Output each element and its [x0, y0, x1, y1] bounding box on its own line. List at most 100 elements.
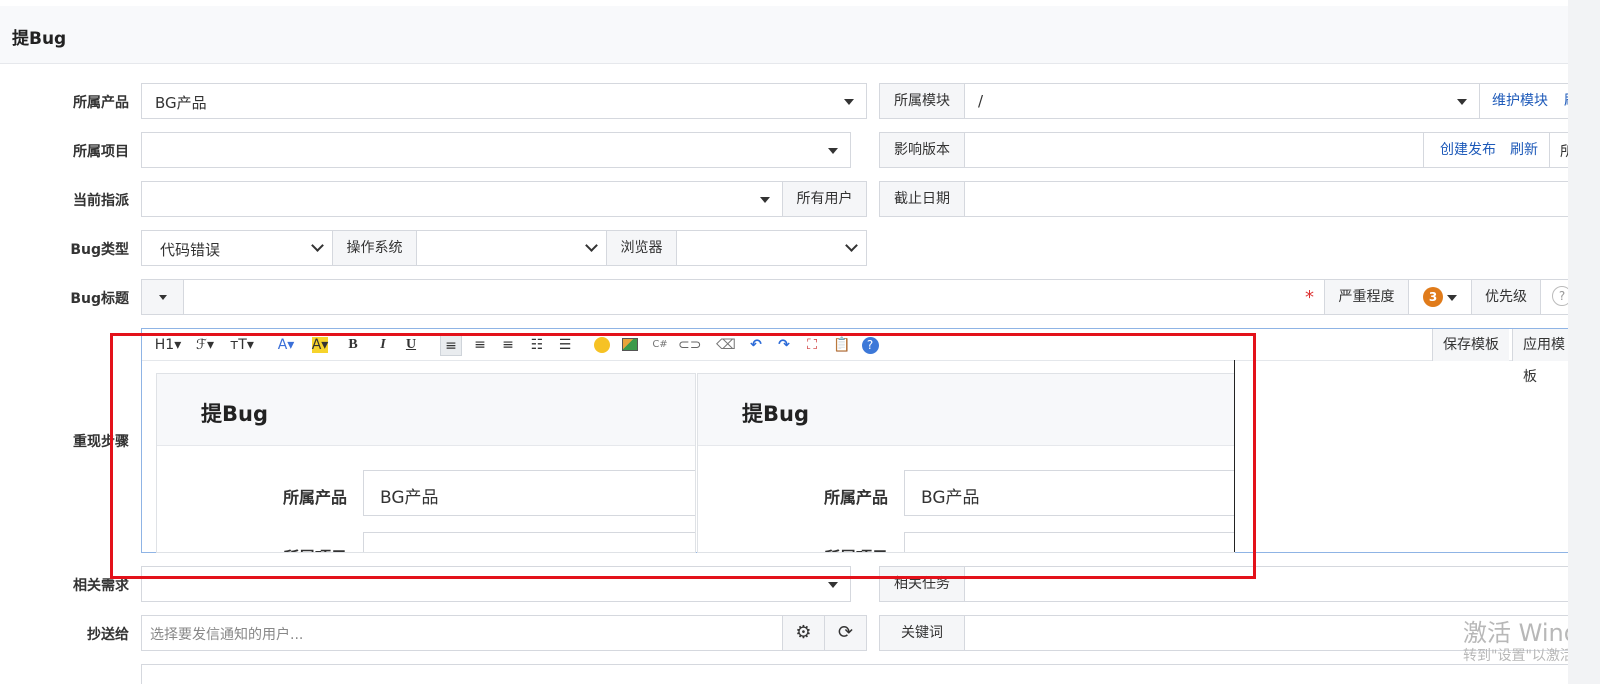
browser-select[interactable] [676, 230, 867, 266]
priority-select[interactable]: ? [1540, 279, 1568, 315]
italic-button[interactable]: I [374, 334, 392, 356]
undo-icon[interactable]: ↶ [746, 334, 766, 356]
heading-button[interactable]: H1▾ [152, 334, 184, 356]
deadline-input[interactable] [964, 181, 1568, 217]
maintain-module-link[interactable]: 维护模块 [1492, 84, 1548, 118]
project-select[interactable] [141, 132, 851, 168]
highlight-color-button[interactable]: A▾ [308, 334, 332, 356]
cc-label: 抄送给 [87, 627, 129, 643]
pasted-product-label: 所属产品 [282, 488, 347, 507]
severity-label: 严重程度 [1324, 279, 1409, 315]
align-center-icon[interactable]: ≡ [470, 334, 490, 356]
task-select[interactable] [964, 566, 1568, 602]
page-header: 提Bug [0, 6, 1568, 64]
refresh-icon[interactable]: ⟳ [824, 615, 867, 651]
font-color-button[interactable]: A▾ [274, 334, 298, 356]
editor-toolbar: H1▾ ℱ▾ ᴛT▾ A▾ A▾ B I U ≡ ≡ ≡ ☷ ☰ C# ⊂⊃ ⌫… [142, 329, 1568, 385]
task-label: 相关任务 [879, 566, 965, 602]
pasted-project-field [904, 532, 1234, 552]
module-actions: 维护模块 刷 [1479, 83, 1568, 119]
help-icon: ? [1552, 286, 1568, 306]
deadline-label: 截止日期 [879, 181, 965, 217]
fullscreen-icon[interactable]: ⛶ [802, 334, 822, 356]
chevron-down-icon [311, 239, 324, 252]
pasted-project-label: 所属项目 [788, 544, 888, 552]
pasted-product-field: BG产品 [363, 470, 695, 516]
pasted-product-field: BG产品 [904, 470, 1234, 516]
pasted-image-left: 提Bug 所属产品 BG产品 所属项目 [156, 373, 696, 553]
paste-icon[interactable]: 📋 [832, 334, 852, 356]
module-label: 所属模块 [879, 83, 965, 119]
severity-badge: 3 [1423, 287, 1443, 307]
version-label: 影响版本 [879, 132, 965, 168]
create-release-link[interactable]: 创建发布 [1440, 133, 1496, 167]
cc-input[interactable]: 选择要发信通知的用户... [141, 615, 783, 651]
bug-title-label: Bug标题 [70, 291, 129, 307]
divider [1549, 133, 1550, 167]
settings-gear-icon[interactable]: ⚙ [782, 615, 825, 651]
image-icon[interactable] [620, 334, 640, 356]
code-icon[interactable]: C# [650, 334, 670, 356]
steps-label: 重现步骤 [73, 434, 129, 450]
pasted-title: 提Bug [742, 402, 809, 426]
os-select[interactable] [416, 230, 607, 266]
severity-select[interactable]: 3 [1408, 279, 1472, 315]
os-label: 操作系统 [332, 230, 417, 266]
bug-form-window: 提Bug 所属产品 BG产品 所属模块 / 维护模块 刷 所属项目 影响版本 创… [0, 0, 1568, 684]
product-select[interactable]: BG产品 [141, 83, 867, 119]
bug-title-input[interactable]: * [183, 279, 1325, 315]
title-color-picker[interactable] [141, 279, 184, 315]
font-family-button[interactable]: ℱ▾ [192, 334, 218, 356]
dropdown-caret-icon [1447, 295, 1457, 301]
align-left-icon[interactable]: ≡ [440, 334, 462, 356]
version-extra: 所 [1560, 144, 1568, 160]
pasted-project-label: 所属项目 [247, 544, 347, 552]
keywords-label: 关键词 [879, 615, 965, 651]
story-select[interactable] [141, 566, 851, 602]
story-label: 相关需求 [73, 578, 129, 594]
bold-button[interactable]: B [344, 334, 362, 356]
text-cursor [1234, 360, 1235, 552]
save-template-button[interactable]: 保存模板 [1432, 329, 1509, 361]
all-users-button[interactable]: 所有用户 [782, 181, 867, 217]
activation-watermark-sub: 转到"设置"以激活 Windows。 [1463, 648, 1568, 664]
dropdown-caret-icon [828, 148, 838, 154]
product-label: 所属产品 [73, 95, 129, 111]
eraser-icon[interactable]: ⌫ [716, 334, 736, 356]
redo-icon[interactable]: ↷ [774, 334, 794, 356]
apply-template-button[interactable]: 应用模板 [1512, 329, 1568, 385]
emoji-icon[interactable] [592, 334, 612, 356]
chevron-down-icon [585, 239, 598, 252]
help-circle-icon[interactable]: ? [860, 334, 880, 356]
pasted-image-right: 提Bug 所属产品 BG产品 所属项目 [697, 373, 1235, 553]
bug-type-select[interactable]: 代码错误 [141, 230, 333, 266]
font-size-button[interactable]: ᴛT▾ [226, 334, 258, 356]
activation-watermark: 激活 Windows [1463, 619, 1568, 647]
dropdown-caret-icon [760, 197, 770, 203]
page-scrollbar[interactable] [1568, 0, 1600, 684]
chevron-down-icon [845, 239, 858, 252]
next-row [141, 664, 1568, 684]
assign-label: 当前指派 [73, 193, 129, 209]
dropdown-caret-icon [1457, 99, 1467, 105]
required-mark: * [1305, 287, 1314, 308]
browser-label: 浏览器 [606, 230, 677, 266]
unordered-list-icon[interactable]: ☰ [555, 334, 575, 356]
link-icon[interactable]: ⊂⊃ [678, 334, 701, 356]
underline-button[interactable]: U [402, 334, 420, 356]
assign-select[interactable] [141, 181, 783, 217]
project-label: 所属项目 [73, 144, 129, 160]
version-select[interactable] [964, 132, 1424, 168]
priority-label: 优先级 [1471, 279, 1541, 315]
dropdown-caret-icon [844, 99, 854, 105]
module-select[interactable]: / [964, 83, 1480, 119]
pasted-product-label: 所属产品 [823, 488, 888, 507]
pasted-project-field [363, 532, 695, 552]
caret-down-icon [159, 295, 167, 300]
version-actions: 创建发布 刷新 所 [1423, 132, 1568, 168]
align-right-icon[interactable]: ≡ [498, 334, 518, 356]
bug-type-label: Bug类型 [70, 242, 129, 258]
steps-editor[interactable]: H1▾ ℱ▾ ᴛT▾ A▾ A▾ B I U ≡ ≡ ≡ ☷ ☰ C# ⊂⊃ ⌫… [141, 328, 1568, 553]
refresh-version-link[interactable]: 刷新 [1510, 133, 1538, 167]
ordered-list-icon[interactable]: ☷ [527, 334, 547, 356]
